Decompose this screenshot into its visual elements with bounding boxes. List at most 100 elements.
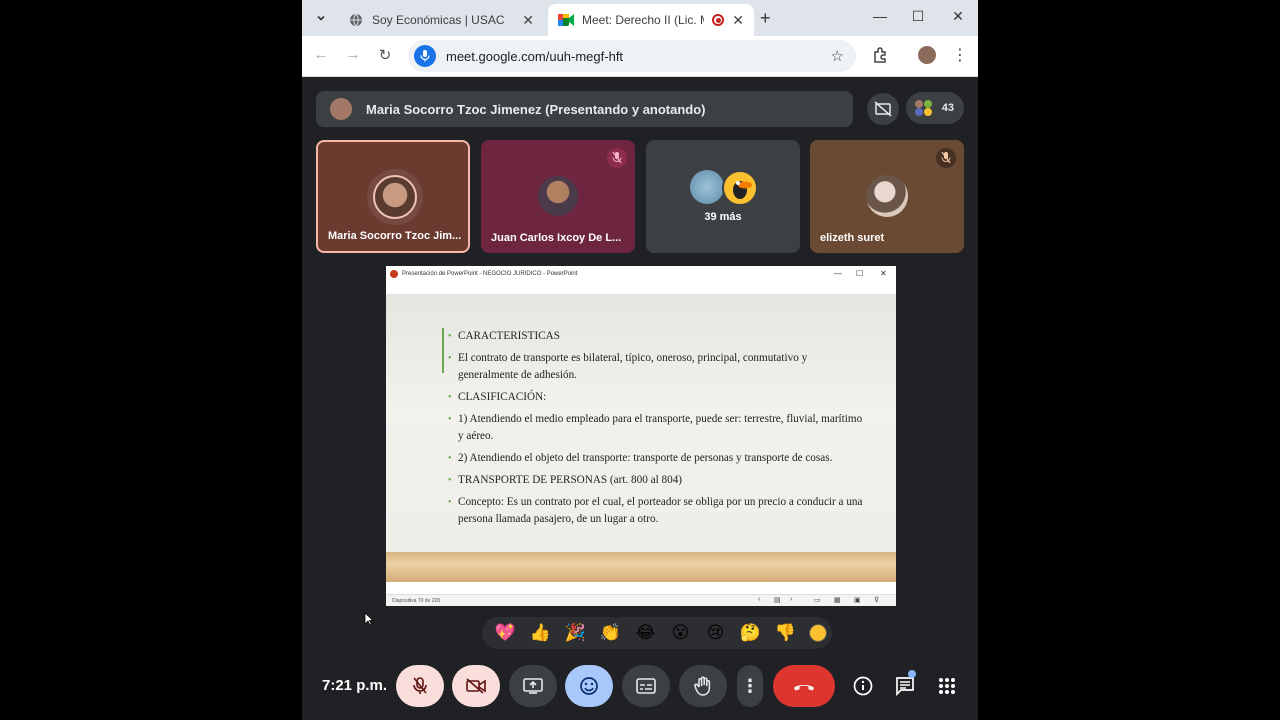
leave-call-button[interactable]	[773, 665, 835, 707]
presenter-label: Maria Socorro Tzoc Jimenez (Presentando …	[366, 101, 706, 117]
maximize-icon[interactable]: ☐	[908, 8, 928, 25]
raise-hand-button[interactable]	[679, 665, 727, 707]
captions-icon	[636, 678, 656, 694]
normal-view-icon: ▭	[814, 597, 821, 604]
maximize-icon: ☐	[856, 269, 864, 278]
address-bar[interactable]: meet.google.com/uuh-megf-hft ☆	[408, 40, 856, 72]
close-icon: ✕	[880, 269, 887, 278]
captions-button[interactable]	[622, 665, 670, 707]
profile-avatar[interactable]	[918, 46, 936, 64]
slide-floor-decoration	[386, 552, 896, 582]
reaction-bar: 💖 👍 🎉 👏 😂 😮 😢 🤔 👎	[482, 617, 832, 649]
back-arrow-icon[interactable]: ←	[310, 46, 332, 63]
mouse-cursor-icon	[364, 612, 374, 626]
meeting-details-icon[interactable]	[851, 674, 875, 698]
minimize-icon: —	[834, 269, 842, 278]
participant-avatar	[373, 175, 417, 219]
slide-bullet: 1) Atendiendo el medio empleado para el …	[448, 411, 868, 445]
slide-bullet: CLASIFICACIÓN:	[448, 389, 868, 406]
slide-bullet: 2) Atendiendo el objeto del transporte: …	[448, 450, 868, 467]
mic-off-icon	[936, 148, 956, 168]
hide-tiles-button[interactable]	[867, 93, 899, 125]
participant-avatar	[690, 170, 724, 204]
participant-avatar	[866, 175, 908, 217]
participant-name: elizeth suret	[820, 232, 885, 244]
presentation-slide: CARACTERISTICAS El contrato de transport…	[386, 294, 896, 582]
forward-arrow-icon[interactable]: →	[342, 46, 364, 63]
chat-notification-badge	[908, 670, 916, 678]
browser-window: Soy Económicas | USAC ✕ Meet: Derecho II…	[302, 0, 978, 720]
activities-grid-icon[interactable]	[935, 674, 959, 698]
url-text: meet.google.com/uuh-megf-hft	[446, 48, 624, 64]
close-tab-icon[interactable]: ✕	[522, 12, 534, 29]
toggle-mic-button[interactable]	[396, 665, 444, 707]
slide-bullet-list: CARACTERISTICAS El contrato de transport…	[448, 328, 868, 533]
mic-off-icon	[413, 677, 427, 694]
presenter-banner: Maria Socorro Tzoc Jimenez (Presentando …	[316, 91, 853, 127]
accent-bar	[442, 328, 444, 373]
reaction-heart[interactable]: 💖	[488, 617, 523, 649]
slide-counter: Diapositiva 70 de 228	[392, 597, 441, 604]
toucan-avatar-icon	[722, 170, 758, 206]
tab-soy-economicas[interactable]: Soy Económicas | USAC ✕	[338, 4, 544, 36]
new-tab-icon[interactable]: +	[760, 8, 771, 29]
participant-count: 43	[941, 102, 954, 114]
bookmark-star-icon[interactable]: ☆	[831, 47, 844, 65]
close-tab-icon[interactable]: ✕	[732, 12, 744, 29]
present-icon	[523, 678, 543, 694]
more-vert-icon: ⋮	[741, 675, 759, 696]
powerpoint-statusbar: Diapositiva 70 de 228 ‹ ▤ › ▭ ▦ ▣ ⊽	[386, 594, 896, 606]
participant-tile[interactable]: elizeth suret	[810, 140, 964, 253]
slide-bullet: Concepto: Es un contrato por el cual, el…	[448, 494, 868, 528]
browser-menu-icon[interactable]: ⋮	[952, 45, 968, 65]
browser-toolbar: ← → ↻ meet.google.com/uuh-megf-hft ☆ ⋮	[302, 36, 978, 77]
reaction-clap[interactable]: 👏	[593, 617, 628, 649]
shared-screen: Presentación de PowerPoint - NEGOCIO JUR…	[386, 266, 896, 606]
sorter-view-icon: ▦	[834, 597, 841, 604]
tab-search-chevron-icon[interactable]	[310, 7, 332, 29]
next-slide-icon: ›	[790, 596, 793, 603]
reaction-sad[interactable]: 😢	[698, 617, 733, 649]
meeting-time: 7:21 p.m.	[322, 677, 388, 694]
emoji-icon	[580, 677, 598, 695]
reaction-thumbs-down[interactable]: 👎	[768, 617, 803, 649]
reaction-thinking[interactable]: 🤔	[733, 617, 768, 649]
participant-name: Maria Socorro Tzoc Jim...	[328, 230, 462, 242]
skin-tone-selector[interactable]	[809, 624, 827, 642]
minimize-icon[interactable]: —	[870, 8, 890, 24]
more-options-button[interactable]: ⋮	[737, 665, 763, 707]
reaction-laugh[interactable]: 😂	[628, 617, 663, 649]
extensions-puzzle-icon[interactable]	[872, 46, 890, 64]
present-screen-button[interactable]	[509, 665, 557, 707]
reload-icon[interactable]: ↻	[374, 46, 396, 64]
hang-up-icon	[794, 685, 814, 691]
toggle-camera-button[interactable]	[452, 665, 500, 707]
slideshow-icon: ⊽	[874, 597, 880, 604]
reading-view-icon: ▣	[854, 597, 861, 604]
participants-button[interactable]: 43	[906, 92, 964, 124]
powerpoint-logo-icon	[390, 270, 398, 278]
powerpoint-titlebar: Presentación de PowerPoint - NEGOCIO JUR…	[386, 266, 896, 282]
more-participants-label: 39 más	[704, 211, 742, 223]
participant-avatar	[538, 176, 578, 216]
reaction-surprised[interactable]: 😮	[663, 617, 698, 649]
tab-meet[interactable]: Meet: Derecho II (Lic. Maria ✕	[548, 4, 754, 36]
participant-tile[interactable]: Juan Carlos Ixcoy De L...	[481, 140, 635, 253]
reactions-button[interactable]	[565, 665, 613, 707]
window-title: Presentación de PowerPoint - NEGOCIO JUR…	[402, 271, 578, 277]
hand-icon	[694, 676, 711, 696]
slide-bullet: TRANSPORTE DE PERSONAS (art. 800 al 804)	[448, 472, 868, 489]
slide-bullet: CARACTERISTICAS	[448, 328, 868, 345]
microphone-in-use-icon[interactable]	[414, 45, 436, 67]
google-meet-icon	[558, 12, 574, 28]
reaction-party[interactable]: 🎉	[558, 617, 593, 649]
others-tile[interactable]: 39 más	[646, 140, 800, 253]
tab-title: Meet: Derecho II (Lic. Maria	[582, 13, 704, 27]
reaction-thumbs-up[interactable]: 👍	[523, 617, 558, 649]
close-window-icon[interactable]: ✕	[948, 8, 968, 25]
globe-icon	[348, 12, 364, 28]
mic-off-icon	[607, 148, 627, 168]
camera-off-icon	[466, 678, 486, 694]
participant-tile[interactable]: Maria Socorro Tzoc Jim...	[316, 140, 470, 253]
participant-name: Juan Carlos Ixcoy De L...	[491, 232, 622, 244]
